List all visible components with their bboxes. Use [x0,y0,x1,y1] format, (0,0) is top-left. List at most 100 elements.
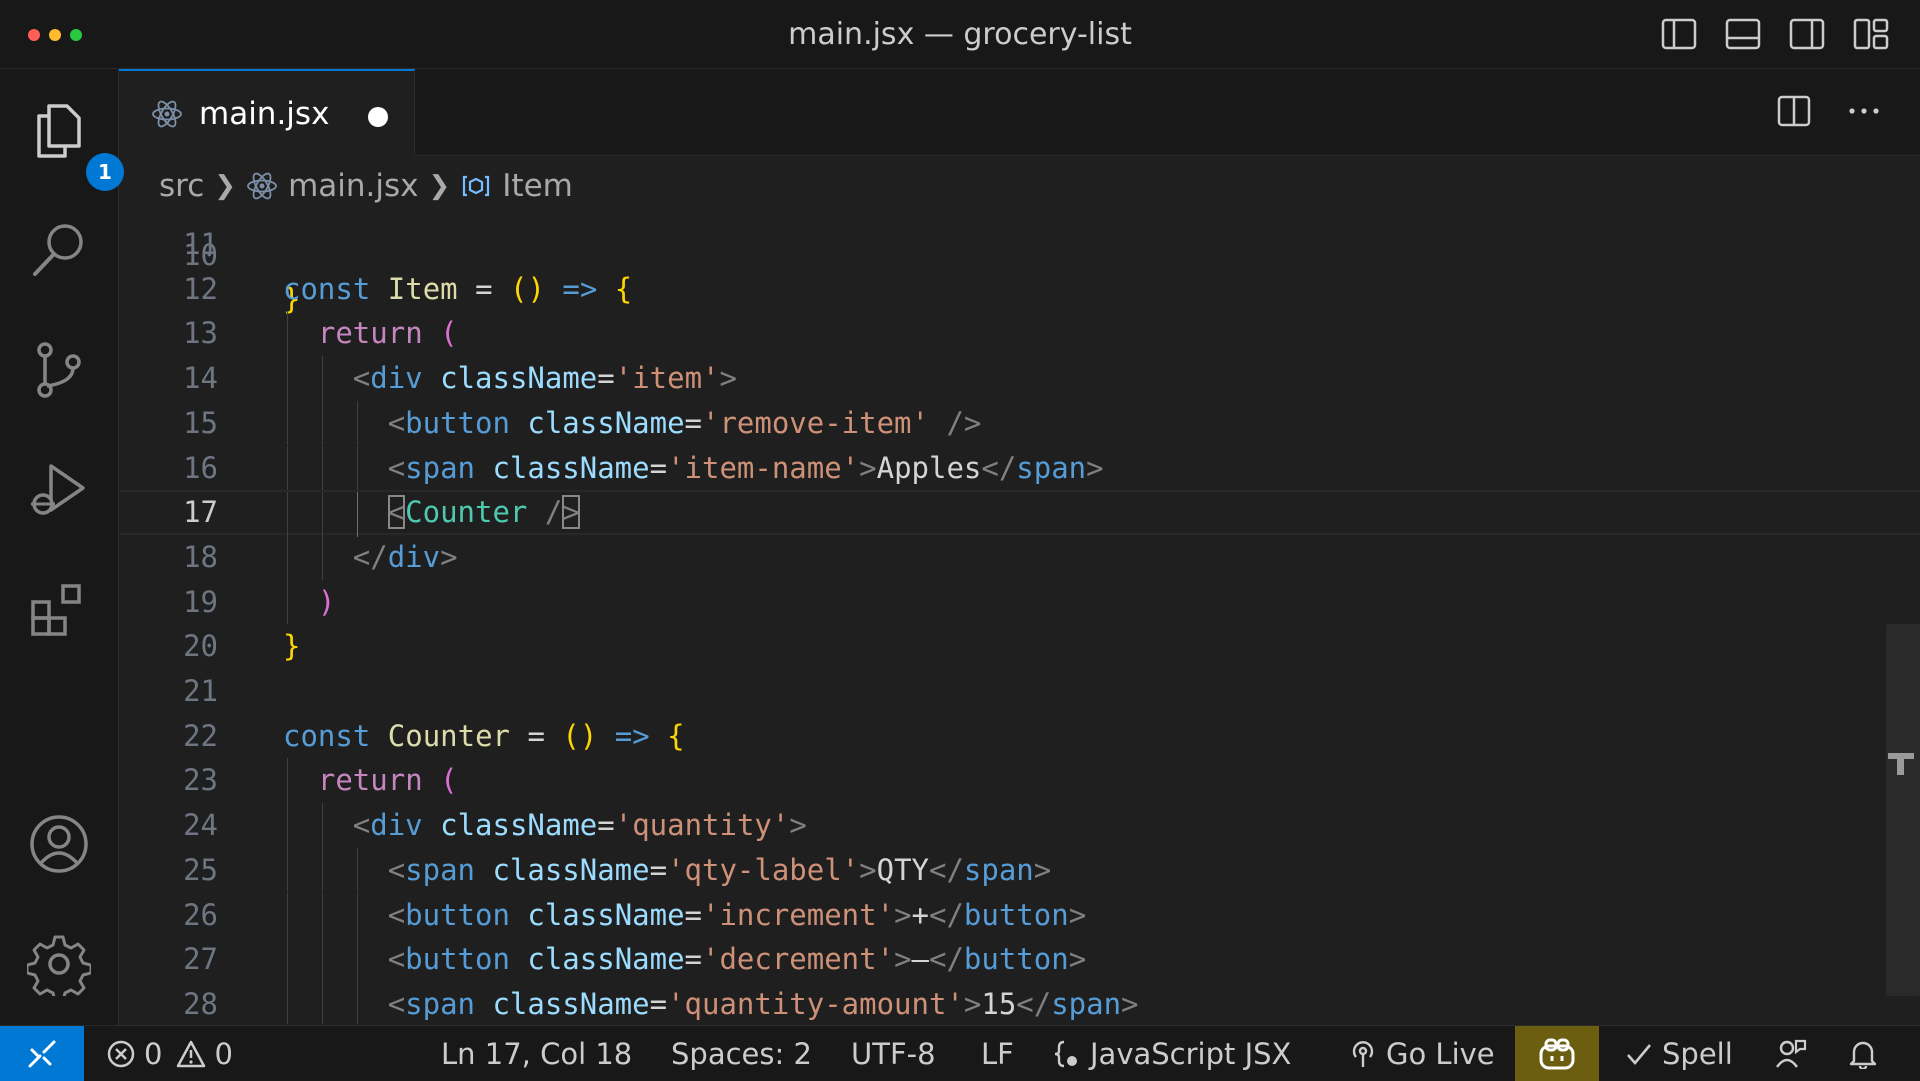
cursor-position[interactable]: Ln 17, Col 18 [441,1026,632,1081]
copilot-icon [1539,1038,1575,1069]
explorer-icon [37,104,81,158]
encoding-setting[interactable]: UTF-8 [851,1026,936,1081]
code-token: = [649,852,668,887]
line-number: 26 [183,897,218,932]
indent-guide [287,847,288,893]
vertical-scrollbar[interactable] [1886,624,1920,996]
code-token: className [527,942,685,977]
code-token: className [440,361,598,396]
account-icon [30,815,88,873]
indentation-setting[interactable]: Spaces: 2 [671,1026,812,1081]
line-number: 20 [183,629,218,664]
indent-guide [287,400,288,446]
maximize-window-button[interactable] [70,29,82,41]
code-editor[interactable]: 10 } 11 12 const Item = () => {13 return (1… [119,214,1920,1024]
toggle-secondary-sidebar-icon[interactable] [1788,16,1826,52]
line-number: 11 [183,227,218,261]
code-token: } [283,629,301,664]
extensions-button[interactable] [24,575,94,645]
code-line: 11 [119,222,1920,267]
source-control-button[interactable] [24,335,94,405]
problems-indicator[interactable]: 0 0 [106,1026,233,1081]
code-token: Apples [876,450,982,485]
code-token: { [614,271,633,306]
code-text: } [283,624,300,669]
code-line: 27 <button className='decrement'>–</butto… [119,937,1920,982]
manage-button[interactable] [24,929,94,999]
run-debug-button[interactable] [24,455,94,525]
breadcrumb-symbol[interactable]: Item [502,168,573,204]
code-line: 14 <div className='item'> [119,356,1920,401]
code-token: = [649,986,668,1021]
code-token: > [562,495,580,530]
code-text: <button className='remove-item' /> [388,401,982,446]
react-file-icon [247,172,277,200]
breadcrumb-folder[interactable]: src [159,168,204,204]
code-token: () [510,271,545,306]
indent-guide [287,981,288,1024]
code-line: 20} [119,624,1920,669]
code-line: 19) [119,579,1920,625]
explorer-button[interactable]: 1 [24,95,124,191]
search-button[interactable] [24,215,94,285]
toggle-primary-sidebar-icon[interactable] [1660,16,1698,52]
more-actions-icon[interactable] [1846,93,1882,129]
toggle-panel-icon[interactable] [1724,16,1762,52]
breadcrumb-file[interactable]: main.jsx [288,168,418,204]
code-token: 'remove-item' [702,405,929,440]
line-number: 25 [183,852,218,887]
unsaved-changes-dot[interactable] [368,107,388,127]
split-editor-icon[interactable] [1776,93,1812,129]
go-live-button[interactable]: Go Live [1348,1026,1495,1081]
indent-guide [321,981,323,1024]
line-number: 22 [183,718,218,753]
code-token: < [387,897,406,932]
code-line: 18 </div> [119,534,1920,580]
activity-bar: 1 [0,69,124,1025]
code-token: > [1033,852,1052,887]
indent-guide [287,492,288,537]
code-token: div [387,539,441,574]
code-token: > [440,539,458,574]
minimize-window-button[interactable] [49,29,61,41]
warning-count: 0 [214,1036,233,1071]
customize-layout-icon[interactable] [1852,16,1890,52]
line-number: 16 [183,450,218,485]
code-token: ( [440,763,458,798]
close-window-button[interactable] [28,29,40,41]
code-text: return ( [318,758,458,803]
accounts-button[interactable] [24,809,94,879]
code-line: 28 <span className='quantity-amount'>15</… [119,981,1920,1024]
code-token: = [684,942,702,977]
remote-indicator[interactable] [0,1026,84,1081]
code-token: > [1121,986,1139,1021]
code-token: span [1051,986,1122,1021]
accounts-status-button[interactable] [1774,1026,1816,1081]
react-file-icon [152,100,182,127]
eol-setting[interactable]: LF [981,1026,1014,1081]
code-token: < [387,405,406,440]
code-text: const Counter = () => { [283,714,685,759]
copilot-button[interactable] [1515,1026,1599,1081]
indent-guide [287,892,288,938]
explorer-badge: 1 [86,153,124,191]
window-title: main.jsx — grocery-list [788,16,1132,52]
breadcrumb: src ❯ main.jsx ❯ Item [159,158,573,214]
code-token: const [283,718,371,753]
tab-main-jsx[interactable]: main.jsx [119,69,415,156]
code-token: 'item-name' [667,450,860,485]
code-line: 21 [119,669,1920,714]
code-token: span [963,852,1034,887]
spell-check-button[interactable]: Spell [1624,1026,1733,1081]
layout-controls [1660,16,1890,52]
code-token: className [492,450,650,485]
code-text: ) [318,580,335,625]
code-token: = [510,718,563,753]
code-token: span [405,450,475,485]
language-mode[interactable]: JavaScript JSX [1052,1026,1291,1081]
code-token: { [667,718,685,753]
notifications-button[interactable] [1848,1026,1886,1081]
code-token: < [387,986,406,1021]
